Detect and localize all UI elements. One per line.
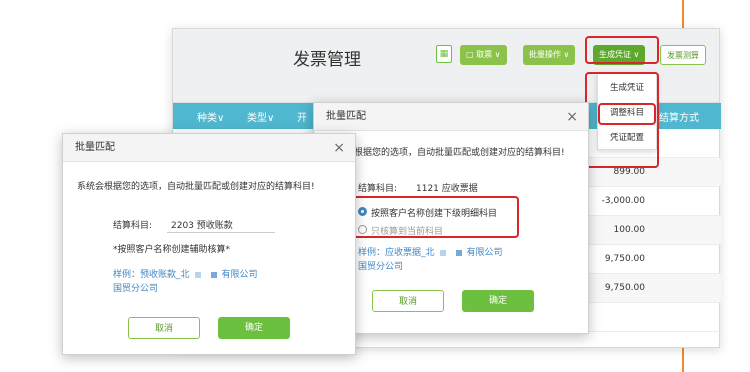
- example-line-1: 样例：预收账款_北 有限公司: [113, 267, 258, 280]
- cancel-button[interactable]: 取消: [372, 290, 444, 312]
- dialog-description: 系统会根据您的选项，自动批量匹配或创建对应的结算科目!: [77, 182, 315, 192]
- confirm-button[interactable]: 确定: [462, 290, 534, 312]
- subject-label: 结算科目:: [358, 184, 398, 194]
- redacted-mark: [194, 271, 201, 278]
- amount-cell: 9,750.00: [604, 283, 645, 293]
- amount-cell: 9,750.00: [604, 254, 645, 264]
- close-icon[interactable]: ×: [566, 103, 578, 131]
- redacted-mark: [455, 249, 462, 256]
- column-header-kind[interactable]: 种类∨: [197, 109, 224, 124]
- amount-cell: 899.00: [613, 167, 646, 177]
- example-prefix: 样例：预收账款_北: [113, 270, 190, 280]
- dialog-title: 批量匹配: [326, 111, 366, 122]
- example-line-1: 样例：应收票据_北 有限公司: [358, 245, 503, 258]
- column-header-type[interactable]: 类型∨: [247, 109, 274, 124]
- amount-cell: -3,000.00: [601, 196, 645, 206]
- example-suffix: 有限公司: [221, 270, 258, 280]
- column-header-settlement[interactable]: 结算方式: [659, 109, 699, 124]
- grid-icon[interactable]: ▦: [436, 45, 452, 63]
- example-line-2: 国贸分公司: [358, 262, 404, 272]
- redacted-mark: [210, 271, 217, 278]
- batch-operation-button[interactable]: 批量操作 ∨: [523, 45, 576, 65]
- example-prefix: 样例：应收票据_北: [358, 248, 435, 258]
- dialog-description: 根据您的选项，自动批量匹配或创建对应的结算科目!: [354, 148, 565, 158]
- example-line-2: 国贸分公司: [113, 284, 159, 294]
- invoice-calc-button[interactable]: 发票测算: [660, 45, 706, 65]
- subject-value: 1121 应收票据: [416, 184, 478, 194]
- example-suffix: 有限公司: [466, 248, 503, 258]
- aux-accounting-note: *按照客户名称创建辅助核算*: [113, 245, 231, 255]
- subject-label: 结算科目:: [113, 221, 153, 231]
- highlight-voucher-button: [585, 36, 659, 64]
- subject-field-underline: [167, 232, 275, 233]
- dialog-title: 批量匹配: [75, 142, 115, 153]
- column-header-open[interactable]: 开: [297, 109, 307, 124]
- highlight-option-create-sub-account: [353, 196, 519, 238]
- dialog-title-bar: 批量匹配 ×: [314, 103, 588, 131]
- page-title: 发票管理: [293, 50, 361, 70]
- batch-match-dialog-front: 批量匹配 × 系统会根据您的选项，自动批量匹配或创建对应的结算科目! 结算科目:…: [62, 133, 356, 355]
- highlight-adjust-subject: [598, 103, 656, 125]
- amount-cell: 100.00: [613, 225, 646, 235]
- fetch-invoice-button[interactable]: ▢ 取票 ∨: [460, 45, 507, 65]
- cancel-button[interactable]: 取消: [128, 317, 200, 339]
- subject-value: 2203 预收账款: [171, 221, 233, 231]
- confirm-button[interactable]: 确定: [218, 317, 290, 339]
- close-icon[interactable]: ×: [333, 134, 345, 162]
- redacted-mark: [439, 249, 446, 256]
- dialog-title-bar: 批量匹配 ×: [63, 134, 355, 162]
